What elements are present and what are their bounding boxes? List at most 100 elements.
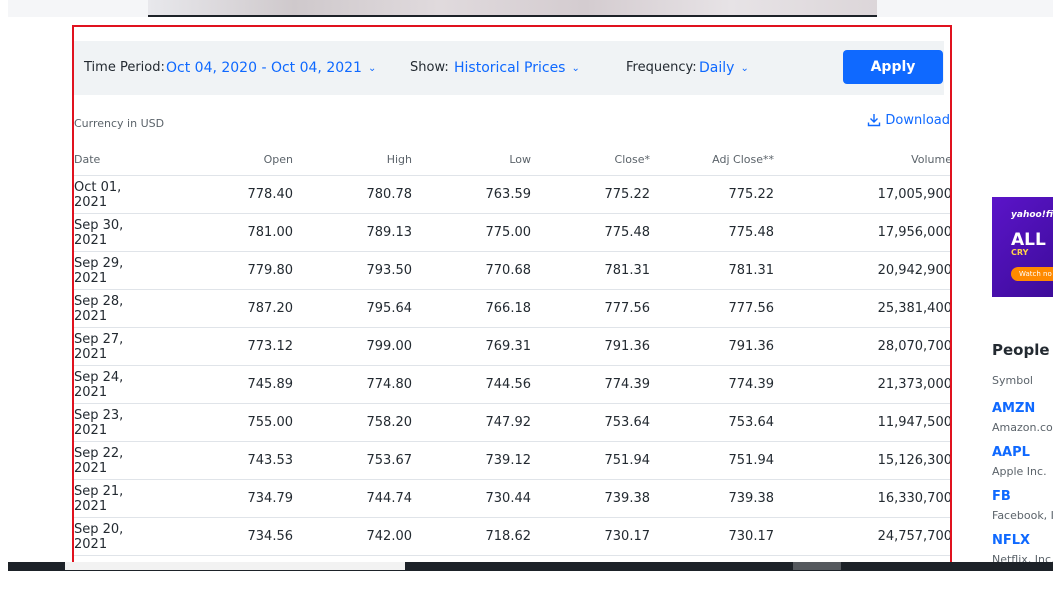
date-cell: Sep 23, 2021 xyxy=(74,403,154,442)
value-cell: 718.62 xyxy=(412,517,531,556)
column-header[interactable]: High xyxy=(293,144,412,176)
value-cell: 787.20 xyxy=(154,289,293,328)
value-cell: 20,942,900 xyxy=(774,251,950,290)
column-header[interactable]: Open xyxy=(154,144,293,176)
value-cell: 791.36 xyxy=(650,327,774,366)
table-body: Oct 01, 2021 778.40 780.78 763.59 775.22 775.… xyxy=(74,175,950,556)
frequency-label: Frequency: xyxy=(626,60,697,75)
value-cell: 739.12 xyxy=(412,441,531,480)
ad-headline: ALL xyxy=(1011,230,1046,250)
table-row: Sep 24, 2021 745.89 774.80 744.56 774.39 774.… xyxy=(74,365,950,404)
left-gutter xyxy=(0,0,8,570)
value-cell: 795.64 xyxy=(293,289,412,328)
value-cell: 781.31 xyxy=(650,251,774,290)
frequency-value: Daily xyxy=(699,60,735,76)
date-cell: Sep 27, 2021 xyxy=(74,327,154,366)
table-row: Sep 29, 2021 779.80 793.50 770.68 781.31 781.… xyxy=(74,251,950,290)
date-cell: Sep 29, 2021 xyxy=(74,251,154,290)
value-cell: 734.56 xyxy=(154,517,293,556)
value-cell: 755.00 xyxy=(154,403,293,442)
table-row: Sep 23, 2021 755.00 758.20 747.92 753.64 753.… xyxy=(74,403,950,442)
table-row: Oct 01, 2021 778.40 780.78 763.59 775.22 775.… xyxy=(74,175,950,214)
watch-symbol-link[interactable]: AMZN xyxy=(992,401,1035,416)
value-cell: 745.89 xyxy=(154,365,293,404)
value-cell: 763.59 xyxy=(412,175,531,214)
download-link[interactable]: Download xyxy=(867,113,950,128)
value-cell: 742.00 xyxy=(293,517,412,556)
table-row: Sep 21, 2021 734.79 744.74 730.44 739.38 739.… xyxy=(74,479,950,518)
value-cell: 24,757,700 xyxy=(774,517,950,556)
value-cell: 753.67 xyxy=(293,441,412,480)
value-cell: 730.17 xyxy=(650,517,774,556)
value-cell: 775.00 xyxy=(412,213,531,252)
bottom-bar-segment xyxy=(65,562,405,570)
value-cell: 778.40 xyxy=(154,175,293,214)
side-advertisement[interactable]: yahoo!fi ALL CRY Watch no xyxy=(992,197,1053,297)
table-row: Sep 20, 2021 734.56 742.00 718.62 730.17 730.… xyxy=(74,517,950,556)
table-row: Sep 27, 2021 773.12 799.00 769.31 791.36 791.… xyxy=(74,327,950,366)
value-cell: 753.64 xyxy=(531,403,650,442)
value-cell: 766.18 xyxy=(412,289,531,328)
historical-prices-table: Date Open High Low Close* Adj Close** Vo… xyxy=(74,144,950,556)
watch-company-name: Apple Inc. xyxy=(992,465,1047,478)
value-cell: 775.22 xyxy=(650,175,774,214)
value-cell: 16,330,700 xyxy=(774,479,950,518)
column-header[interactable]: Volume xyxy=(774,144,950,176)
column-header[interactable]: Date xyxy=(74,144,154,176)
value-cell: 739.38 xyxy=(650,479,774,518)
download-icon xyxy=(868,114,881,127)
ad-cta-button[interactable]: Watch no xyxy=(1011,267,1053,281)
value-cell: 775.48 xyxy=(650,213,774,252)
column-header[interactable]: Adj Close** xyxy=(650,144,774,176)
date-cell: Sep 24, 2021 xyxy=(74,365,154,404)
watch-symbol-link[interactable]: AAPL xyxy=(992,445,1030,460)
value-cell: 774.39 xyxy=(531,365,650,404)
column-header[interactable]: Close* xyxy=(531,144,650,176)
value-cell: 15,126,300 xyxy=(774,441,950,480)
value-cell: 799.00 xyxy=(293,327,412,366)
value-cell: 775.48 xyxy=(531,213,650,252)
value-cell: 775.22 xyxy=(531,175,650,214)
frequency-dropdown[interactable]: Daily ⌄ xyxy=(699,60,749,76)
value-cell: 774.80 xyxy=(293,365,412,404)
show-dropdown[interactable]: Historical Prices ⌄ xyxy=(454,60,580,76)
download-label: Download xyxy=(885,113,950,128)
value-cell: 11,947,500 xyxy=(774,403,950,442)
watch-symbol-link[interactable]: NFLX xyxy=(992,533,1030,548)
value-cell: 781.00 xyxy=(154,213,293,252)
value-cell: 17,956,000 xyxy=(774,213,950,252)
value-cell: 744.74 xyxy=(293,479,412,518)
show-value: Historical Prices xyxy=(454,60,566,76)
value-cell: 21,373,000 xyxy=(774,365,950,404)
value-cell: 751.94 xyxy=(650,441,774,480)
currency-note: Currency in USD xyxy=(74,117,165,130)
value-cell: 739.38 xyxy=(531,479,650,518)
value-cell: 753.64 xyxy=(650,403,774,442)
time-period-dropdown[interactable]: Oct 04, 2020 - Oct 04, 2021 ⌄ xyxy=(166,60,376,76)
date-cell: Sep 28, 2021 xyxy=(74,289,154,328)
watch-company-name: Facebook, In xyxy=(992,509,1053,522)
value-cell: 770.68 xyxy=(412,251,531,290)
table-row: Sep 22, 2021 743.53 753.67 739.12 751.94 751.… xyxy=(74,441,950,480)
value-cell: 734.79 xyxy=(154,479,293,518)
value-cell: 769.31 xyxy=(412,327,531,366)
value-cell: 777.56 xyxy=(650,289,774,328)
date-cell: Sep 20, 2021 xyxy=(74,517,154,556)
value-cell: 743.53 xyxy=(154,441,293,480)
apply-button[interactable]: Apply xyxy=(843,50,943,84)
top-banner-image xyxy=(148,0,877,16)
date-cell: Sep 30, 2021 xyxy=(74,213,154,252)
ad-subheadline: CRY xyxy=(1011,248,1029,257)
table-row: Sep 28, 2021 787.20 795.64 766.18 777.56 777.… xyxy=(74,289,950,328)
column-header[interactable]: Low xyxy=(412,144,531,176)
value-cell: 747.92 xyxy=(412,403,531,442)
value-cell: 781.31 xyxy=(531,251,650,290)
value-cell: 789.13 xyxy=(293,213,412,252)
bottom-scroll-bar[interactable] xyxy=(8,562,1053,571)
chevron-down-icon: ⌄ xyxy=(367,63,377,74)
watch-symbol-link[interactable]: FB xyxy=(992,489,1011,504)
filter-controls-bar: Time Period: Oct 04, 2020 - Oct 04, 2021… xyxy=(74,41,944,95)
value-cell: 773.12 xyxy=(154,327,293,366)
bottom-bar-thumb[interactable] xyxy=(793,562,841,570)
chevron-down-icon: ⌄ xyxy=(740,63,749,74)
